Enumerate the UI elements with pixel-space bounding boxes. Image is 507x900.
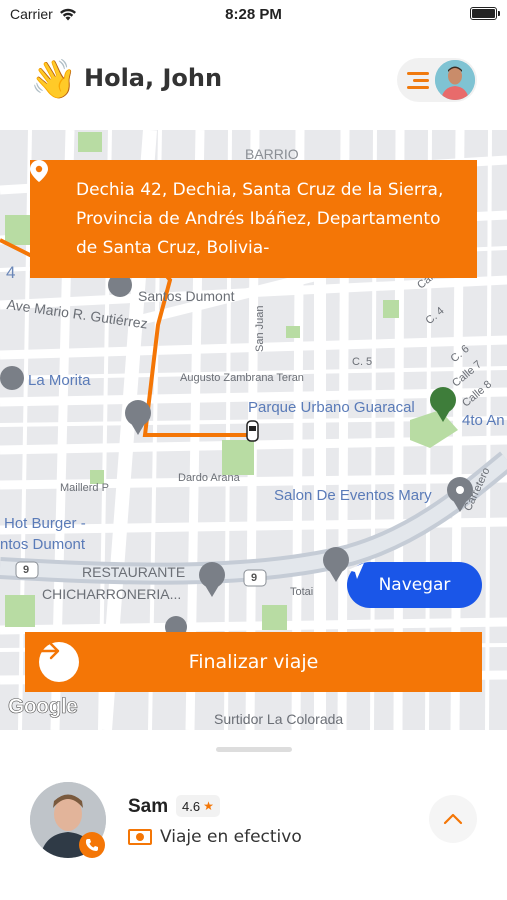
map-label-salon: Salon De Eventos Mary xyxy=(274,487,432,504)
finish-trip-button[interactable]: Finalizar viaje xyxy=(25,632,482,692)
star-icon: ★ xyxy=(203,799,214,813)
google-logo: Google xyxy=(8,695,78,719)
map-label-augusto: Augusto Zambrana Teran xyxy=(180,372,304,384)
destination-address-card[interactable]: Dechia 42, Dechia, Santa Cruz de la Sier… xyxy=(30,160,477,278)
sheet-drag-handle[interactable] xyxy=(216,747,292,752)
map-label-4to-an: 4to An xyxy=(462,412,505,429)
map-label-san-juan: San Juan xyxy=(254,305,266,352)
call-driver-button[interactable] xyxy=(79,832,105,858)
map-label-surtidor: Surtidor La Colorada xyxy=(214,711,344,727)
clock: 8:28 PM xyxy=(225,6,282,23)
map-label-hot-burger: Hot Burger - xyxy=(4,515,86,532)
map-route-shield-9a: 9 xyxy=(23,564,30,576)
map-label-la-morita: La Morita xyxy=(28,372,91,389)
map-label-santos-dumont-2: ntos Dumont xyxy=(0,536,86,553)
menu-profile-button[interactable] xyxy=(397,58,477,102)
cash-icon xyxy=(128,829,152,845)
expand-sheet-button[interactable] xyxy=(429,795,477,843)
driver-rating-badge: 4.6 ★ xyxy=(176,795,220,817)
payment-method: Viaje en efectivo xyxy=(128,827,302,847)
navigation-arrow-icon xyxy=(348,563,364,579)
map-label-santos-dumont: Santos Dumont xyxy=(138,288,235,304)
location-pin-icon xyxy=(30,160,48,182)
chevron-up-icon xyxy=(443,813,463,825)
map-label-c5: C. 5 xyxy=(352,356,373,368)
map-label-dardo: Dardo Arana xyxy=(178,472,240,484)
payment-method-label: Viaje en efectivo xyxy=(160,827,302,847)
driver-rating-value: 4.6 xyxy=(182,798,201,814)
phone-icon xyxy=(85,839,98,851)
navigate-button[interactable]: Navegar xyxy=(347,562,482,608)
map-label-totai: Totai xyxy=(290,586,314,598)
map-label-restaurante: RESTAURANTE xyxy=(82,564,186,580)
driver-name: Sam xyxy=(128,796,169,817)
finish-trip-label: Finalizar viaje xyxy=(188,651,319,673)
navigate-label: Navegar xyxy=(378,575,451,595)
menu-lines-icon[interactable] xyxy=(407,71,429,89)
map-label-parque: Parque Urbano Guaracal xyxy=(248,399,415,416)
user-avatar-image xyxy=(435,60,475,100)
waving-hand-icon: 👋 xyxy=(30,59,78,101)
destination-address: Dechia 42, Dechia, Santa Cruz de la Sier… xyxy=(76,180,444,258)
map-label-route-4: 4 xyxy=(6,263,16,282)
arrow-right-icon xyxy=(39,642,79,682)
battery-icon xyxy=(470,7,500,20)
map-label-chicharroneria: CHICHARRONERIA... xyxy=(42,586,182,602)
greeting-title: Hola, John xyxy=(84,64,223,92)
map-view[interactable]: BARRIO 4 Santos Dumont Ave Mario R. Guti… xyxy=(0,130,507,730)
user-avatar[interactable] xyxy=(435,60,475,100)
status-bar: Carrier 8:28 PM xyxy=(0,0,507,30)
map-label-maillerd: Maillerd P xyxy=(60,482,109,494)
driver-bottom-sheet: Sam 4.6 ★ Viaje en efectivo xyxy=(0,730,507,900)
map-route-shield-9b: 9 xyxy=(251,572,258,584)
header: 👋 Hola, John xyxy=(0,50,507,110)
